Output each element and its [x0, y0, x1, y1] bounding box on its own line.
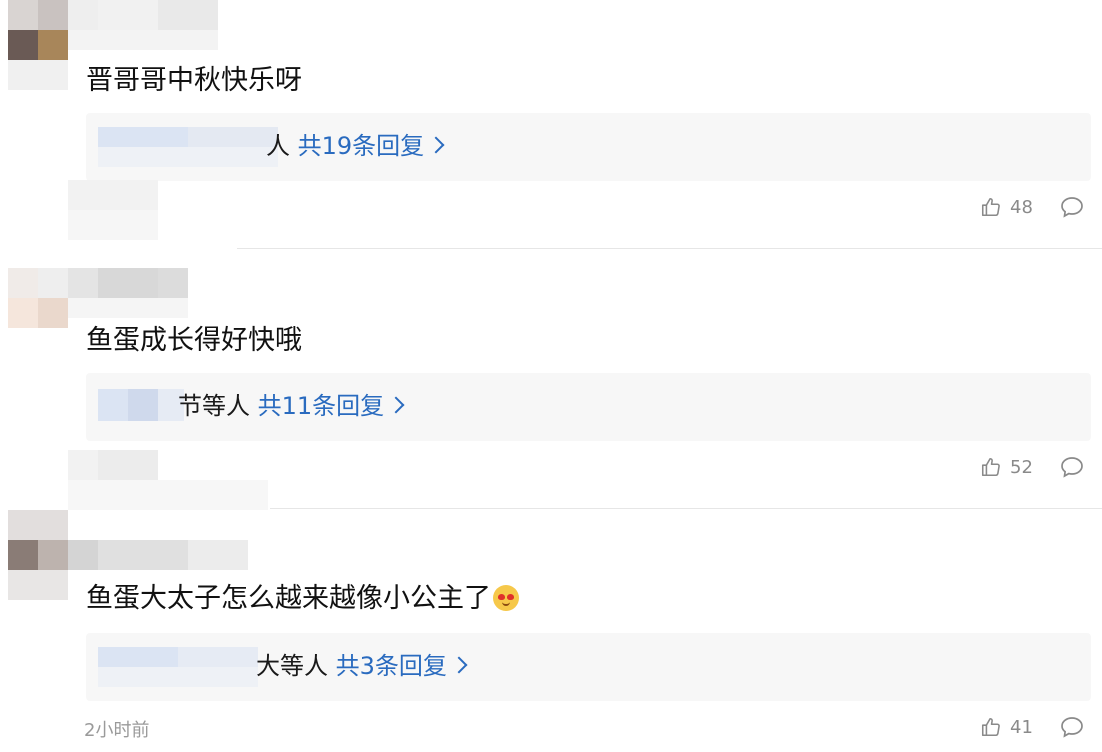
chevron-right-icon	[387, 396, 405, 414]
like-button[interactable]: 41	[980, 716, 1033, 738]
chevron-right-icon	[427, 136, 445, 154]
timestamp: 2小时前	[84, 720, 150, 741]
reply-avatars-blurred	[98, 127, 278, 167]
like-count: 52	[1010, 456, 1033, 478]
replies-summary[interactable]: 大等人 共3条回复	[86, 633, 1091, 701]
comment-text: 晋哥哥中秋快乐呀	[86, 65, 302, 96]
replies-summary[interactable]: 人 共19条回复	[86, 113, 1091, 181]
comment-bubble-icon	[1060, 716, 1084, 738]
reply-names: 大等人	[256, 652, 328, 680]
like-count: 48	[1010, 196, 1033, 218]
like-button[interactable]: 52	[980, 456, 1033, 478]
comment-text: 鱼蛋大太子怎么越来越像小公主了	[86, 584, 519, 614]
reply-names: 节等人	[178, 392, 250, 420]
avatar-blurred[interactable]	[0, 268, 190, 332]
like-count: 41	[1010, 716, 1033, 738]
comment-text: 鱼蛋成长得好快哦	[86, 325, 302, 356]
blur-artifact	[68, 180, 158, 240]
heart-eyes-cat-emoji	[493, 585, 519, 611]
reply-names: 人	[266, 132, 290, 160]
reply-count-link[interactable]: 共11条回复	[258, 392, 385, 420]
comment-bubble-icon	[1060, 456, 1084, 478]
divider	[270, 508, 1102, 509]
like-button[interactable]: 48	[980, 196, 1033, 218]
thumbs-up-icon	[980, 196, 1002, 218]
chevron-right-icon	[450, 656, 468, 674]
reply-avatars-blurred	[98, 647, 258, 687]
comment-bubble-icon	[1060, 196, 1084, 218]
reply-count-link[interactable]: 共3条回复	[336, 652, 447, 680]
thumbs-up-icon	[980, 456, 1002, 478]
replies-summary[interactable]: 节等人 共11条回复	[86, 373, 1091, 441]
reply-count-link[interactable]: 共19条回复	[298, 132, 425, 160]
reply-button[interactable]	[1060, 196, 1084, 218]
reply-avatars-blurred	[98, 389, 184, 421]
divider	[237, 248, 1102, 249]
thumbs-up-icon	[980, 716, 1002, 738]
reply-button[interactable]	[1060, 716, 1084, 738]
reply-button[interactable]	[1060, 456, 1084, 478]
